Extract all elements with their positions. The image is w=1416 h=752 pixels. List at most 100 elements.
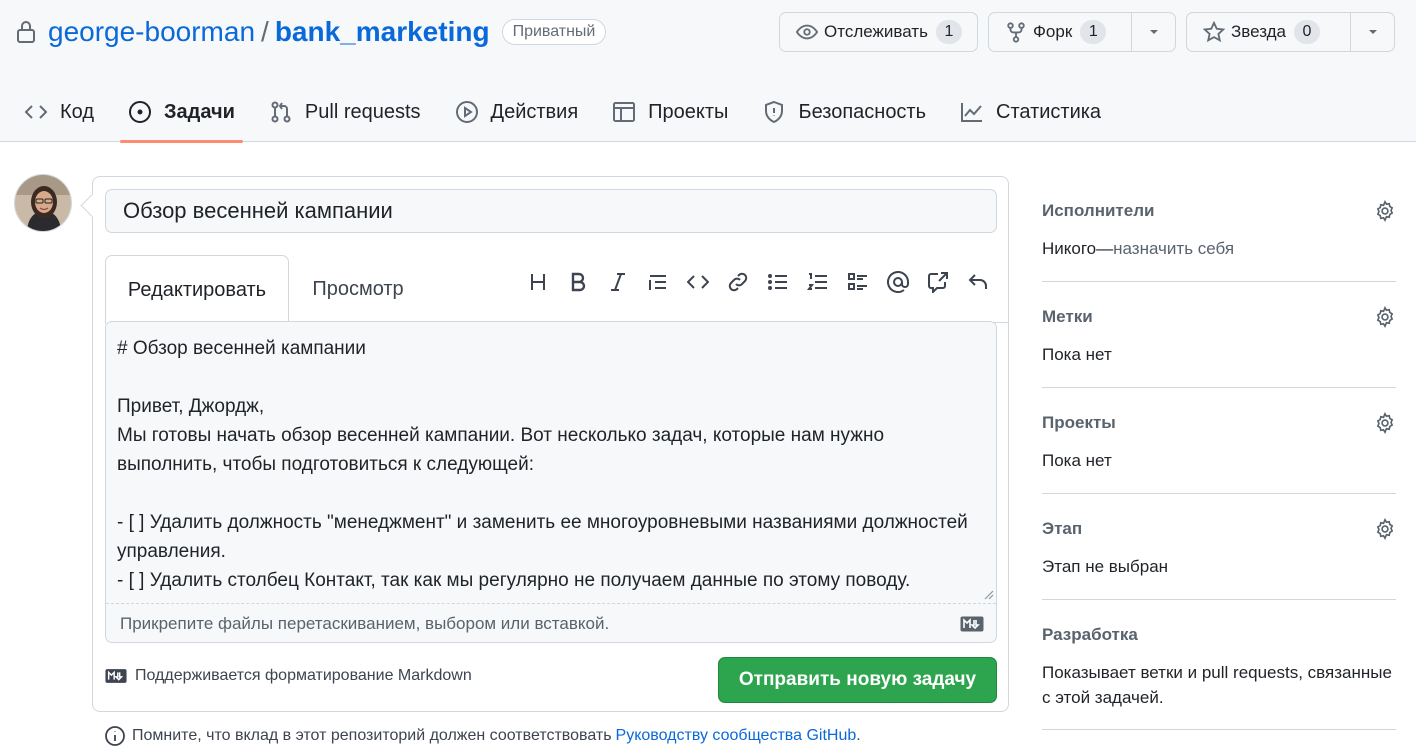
heading-icon <box>531 274 545 290</box>
contributing-note-end: . <box>856 727 861 744</box>
heading-button[interactable] <box>518 267 558 297</box>
undo-icon <box>968 274 987 289</box>
tab-security[interactable]: Безопасность <box>754 82 934 142</box>
code-button[interactable] <box>678 267 718 297</box>
tab-projects[interactable]: Проекты <box>604 82 736 142</box>
sidebar-milestone: Этап Этап не выбран <box>1042 494 1396 600</box>
repo-separator: / <box>261 16 269 47</box>
gear-icon[interactable] <box>1374 200 1396 222</box>
sidebar-milestone-value: Этап не выбран <box>1042 557 1169 576</box>
tab-edit[interactable]: Редактировать <box>105 255 289 324</box>
tab-issues-label: Задачи <box>164 100 235 123</box>
italic-button[interactable] <box>598 267 638 297</box>
star-label: Звезда <box>1231 22 1286 41</box>
graph-icon <box>961 103 983 122</box>
shield-icon <box>765 100 784 124</box>
bold-icon <box>571 272 586 292</box>
community-guidelines-link[interactable]: Руководству сообщества GitHub <box>616 727 857 745</box>
sidebar-assignees: Исполнители Никого—назначить себя <box>1042 176 1396 282</box>
undo-button[interactable] <box>958 267 998 297</box>
issue-icon <box>129 101 152 123</box>
tab-issues[interactable]: Задачи <box>120 82 243 143</box>
assign-yourself-link[interactable]: назначить себя <box>1113 239 1234 258</box>
task-list-icon <box>848 273 867 290</box>
sidebar-labels-title: Метки <box>1042 307 1093 326</box>
fork-button[interactable]: Форк 1 <box>988 12 1176 52</box>
tab-pull-requests[interactable]: Pull requests <box>261 82 429 142</box>
submit-new-issue-button[interactable]: Отправить новую задачу <box>718 657 997 703</box>
resize-handle-icon[interactable] <box>982 588 994 600</box>
star-icon <box>1203 21 1225 43</box>
markdown-support-note: Поддерживается форматирование Markdown <box>105 667 472 685</box>
sidebar-projects-value: Пока нет <box>1042 451 1112 470</box>
tab-insights-label: Статистика <box>996 100 1102 123</box>
sidebar-assignees-body: Никого—назначить себя <box>1042 236 1396 261</box>
tab-code-label: Код <box>60 100 95 123</box>
star-button[interactable]: Звезда 0 <box>1186 12 1395 52</box>
sidebar-assignees-value: Никого— <box>1042 239 1114 258</box>
sidebar-projects: Проекты Пока нет <box>1042 388 1396 494</box>
markdown-toolbar <box>518 267 998 297</box>
task-list-button[interactable] <box>838 267 878 297</box>
sidebar-milestone-title: Этап <box>1042 519 1083 538</box>
reference-button[interactable] <box>918 267 958 297</box>
code-icon <box>24 105 48 119</box>
cross-reference-icon <box>928 272 948 293</box>
watch-button[interactable]: Отслеживать 1 <box>779 12 978 52</box>
chevron-down-icon <box>1368 30 1377 34</box>
tab-preview[interactable]: Просмотр <box>293 255 423 323</box>
fork-count: 1 <box>1080 20 1107 44</box>
bullet-list-button[interactable] <box>758 267 798 297</box>
repo-name-link[interactable]: bank_marketing <box>275 16 490 48</box>
fork-label: Форк <box>1033 22 1073 41</box>
sidebar-development-title: Разработка <box>1042 625 1138 644</box>
attach-files-hint: Прикрепите файлы перетаскиванием, выборо… <box>120 613 610 633</box>
lock-icon <box>17 21 35 43</box>
new-issue-form: Редактировать Просмотр <box>92 176 1009 712</box>
sidebar-labels: Метки Пока нет <box>1042 282 1396 388</box>
tab-actions[interactable]: Действия <box>447 82 587 142</box>
italic-icon <box>611 273 625 291</box>
tab-insights[interactable]: Статистика <box>952 82 1109 142</box>
quote-button[interactable] <box>638 267 678 297</box>
markdown-support-text: Поддерживается форматирование Markdown <box>135 667 472 684</box>
gear-icon[interactable] <box>1374 412 1396 434</box>
bullet-list-icon <box>768 274 787 290</box>
markdown-icon <box>105 669 127 683</box>
star-count: 0 <box>1293 20 1320 44</box>
gear-icon[interactable] <box>1374 306 1396 328</box>
repo-owner-link[interactable]: george-boorman <box>48 16 255 48</box>
tab-security-label: Безопасность <box>798 100 927 123</box>
issue-body-textarea[interactable]: # Обзор весенней кампании Привет, Джордж… <box>106 322 996 604</box>
numbered-list-icon <box>807 273 827 290</box>
bold-button[interactable] <box>558 267 598 297</box>
markdown-icon <box>960 616 984 632</box>
star-dropdown-button[interactable] <box>1350 13 1394 51</box>
eye-icon <box>796 24 818 40</box>
sidebar-labels-value: Пока нет <box>1042 345 1112 364</box>
mention-button[interactable] <box>878 267 918 297</box>
repo-header: george-boorman / bank_marketing Приватны… <box>0 0 1416 143</box>
mention-icon <box>887 271 909 293</box>
repo-nav: Код Задачи Pull requests Действия Проект… <box>16 82 1127 143</box>
quote-icon <box>649 275 666 290</box>
contributing-note-text: Помните, что вклад в этот репозиторий до… <box>132 727 612 744</box>
issue-title-input[interactable] <box>105 189 997 233</box>
watch-label: Отслеживать <box>824 22 928 41</box>
sidebar-development-value: Показывает ветки и pull requests, связан… <box>1042 663 1392 707</box>
avatar[interactable] <box>14 174 72 232</box>
gear-icon[interactable] <box>1374 518 1396 540</box>
attach-files-bar[interactable]: Прикрепите файлы перетаскиванием, выборо… <box>106 603 996 642</box>
link-icon <box>728 272 748 292</box>
sidebar-development: Разработка Показывает ветки и pull reque… <box>1042 600 1396 730</box>
tab-code[interactable]: Код <box>16 82 102 142</box>
issue-body-editor: # Обзор весенней кампании Привет, Джордж… <box>105 321 997 643</box>
fork-dropdown-button[interactable] <box>1131 13 1175 51</box>
issue-sidebar: Исполнители Никого—назначить себя Метки … <box>1042 176 1396 730</box>
tab-pull-requests-label: Pull requests <box>304 100 421 123</box>
avatar-image <box>15 175 71 231</box>
link-button[interactable] <box>718 267 758 297</box>
numbered-list-button[interactable] <box>798 267 838 297</box>
tab-projects-label: Проекты <box>648 100 729 123</box>
table-icon <box>613 102 636 122</box>
